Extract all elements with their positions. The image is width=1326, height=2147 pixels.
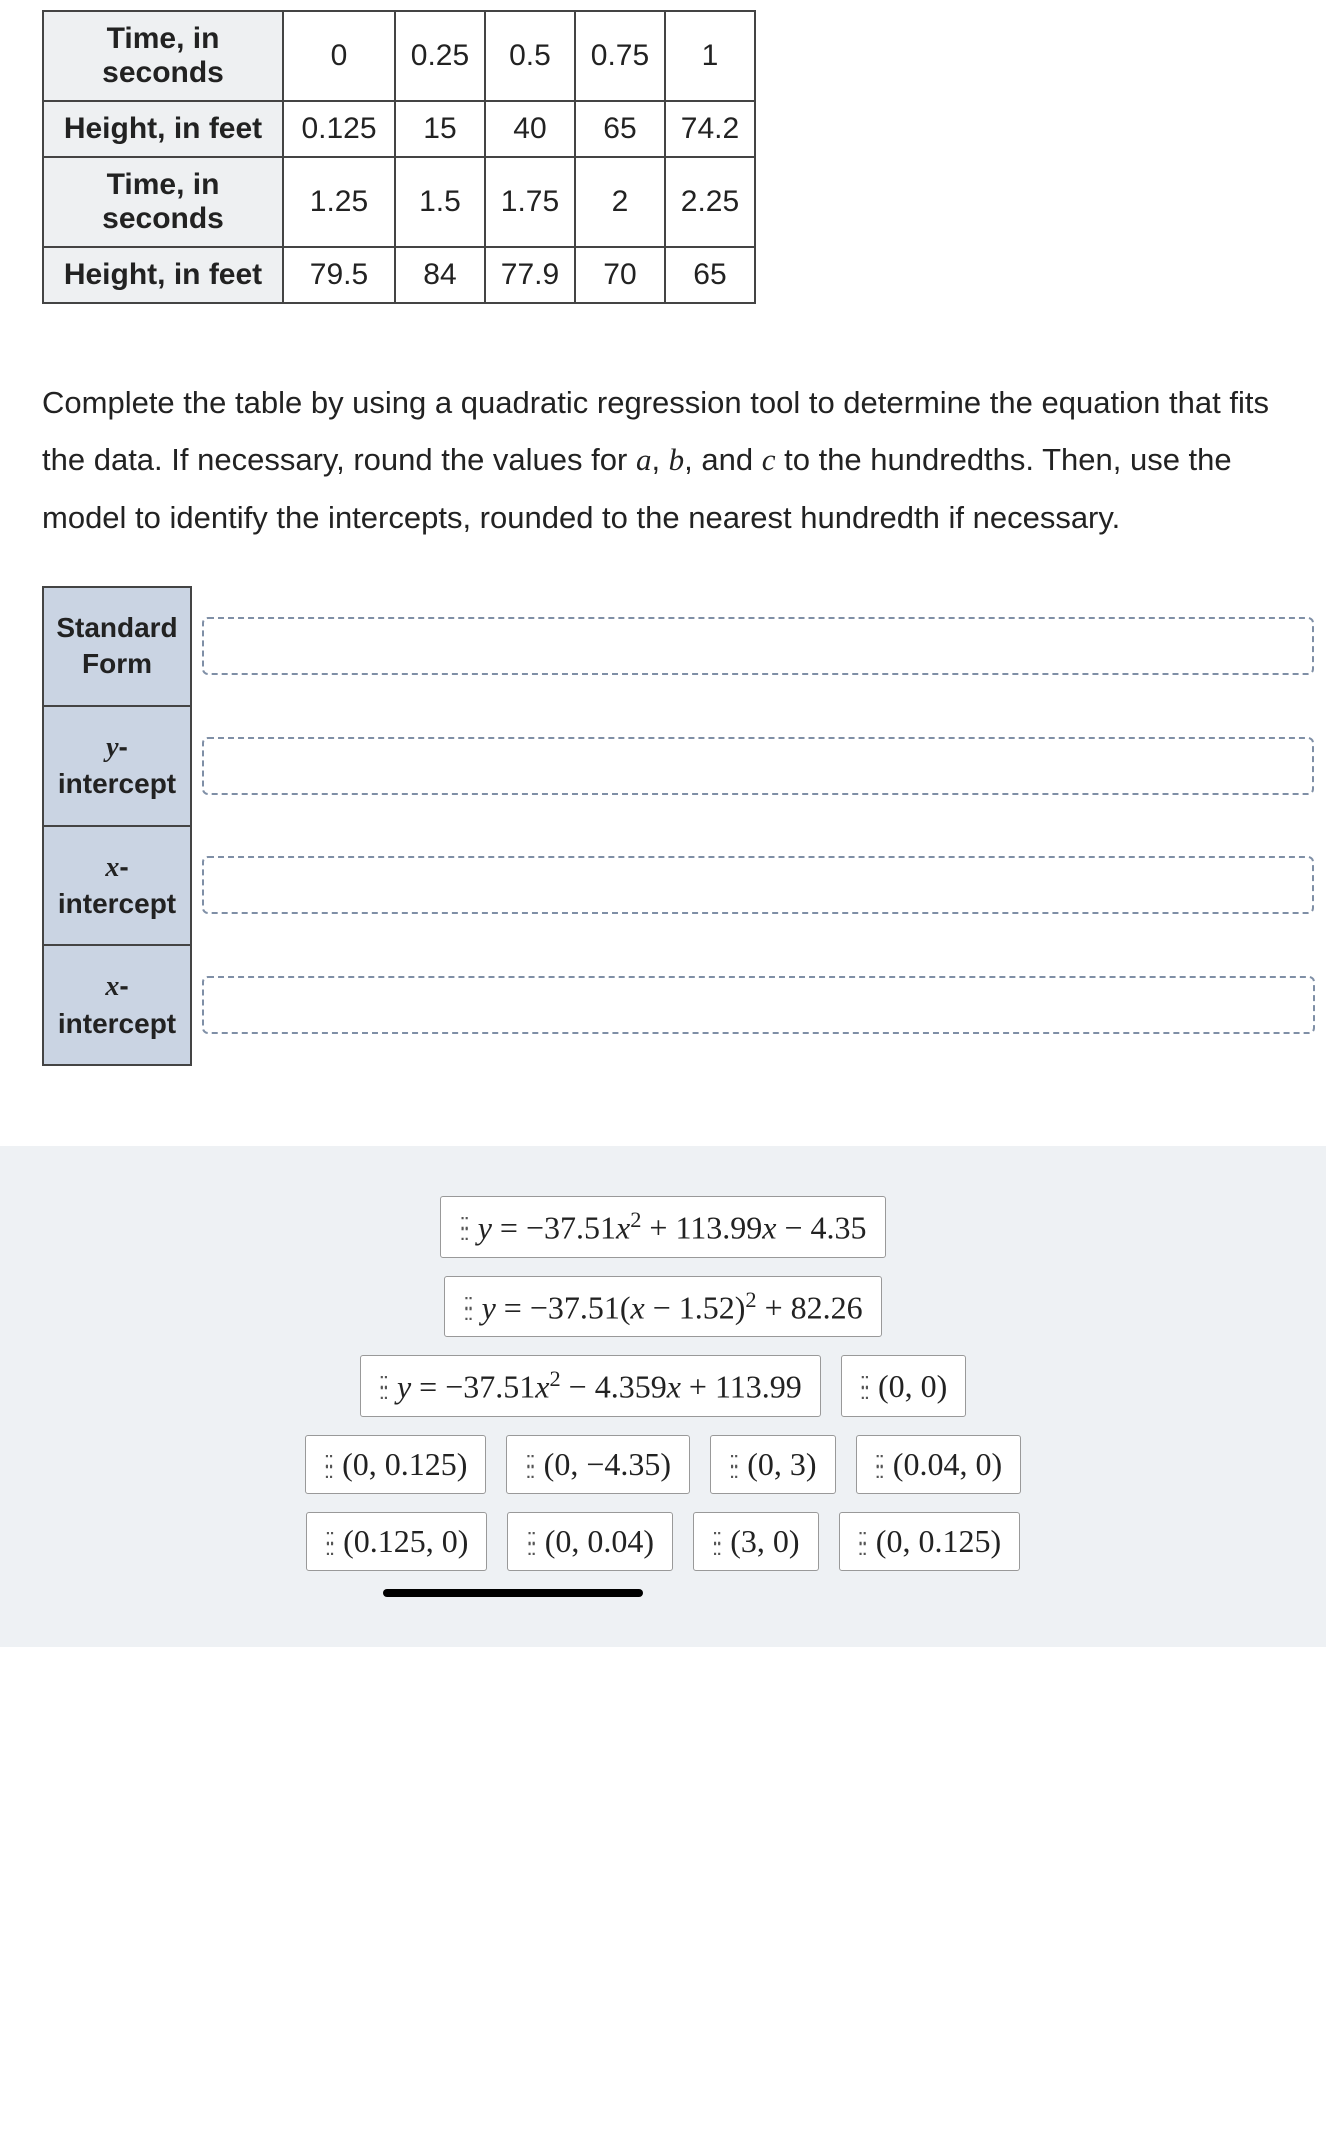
tile-label: y = −37.51x2 + 113.99x − 4.35 [478, 1207, 867, 1247]
dropzone[interactable] [202, 737, 1314, 795]
data-table-cell: 0.25 [395, 11, 485, 101]
drag-handle-icon: :::: [525, 1454, 533, 1476]
tile-label: (3, 0) [730, 1523, 799, 1560]
tile-label: (0, 0.125) [876, 1523, 1001, 1560]
answer-row-label: x-intercept [43, 826, 191, 946]
data-table-cell: 65 [665, 247, 755, 303]
tile-label: (0.04, 0) [893, 1446, 1002, 1483]
answer-tile[interactable]: ::::(0, 0.125) [839, 1512, 1021, 1571]
answer-tile[interactable]: ::::(0.04, 0) [856, 1435, 1022, 1494]
drag-handle-icon: :::: [875, 1454, 883, 1476]
answer-row-label: StandardForm [43, 587, 191, 706]
answer-row-label: y-intercept [43, 706, 191, 826]
data-table: Time, in seconds00.250.50.751 Height, in … [42, 10, 756, 304]
tile-label: (0, 0) [878, 1368, 947, 1405]
answer-table: StandardFormy-interceptx-interceptx-inte… [42, 586, 1326, 1066]
data-table-row-label: Height, in feet [43, 247, 283, 303]
data-table-cell: 1.75 [485, 157, 575, 247]
data-table-row-label: Time, in seconds [43, 157, 283, 247]
data-table-cell: 15 [395, 101, 485, 157]
drag-handle-icon: :::: [860, 1375, 868, 1397]
data-table-cell: 0.125 [283, 101, 395, 157]
data-table-cell: 74.2 [665, 101, 755, 157]
data-table-cell: 2 [575, 157, 665, 247]
data-table-cell: 79.5 [283, 247, 395, 303]
data-table-cell: 2.25 [665, 157, 755, 247]
answer-tile[interactable]: ::::(0, 0.125) [305, 1435, 487, 1494]
drag-handle-icon: :::: [712, 1531, 720, 1553]
tile-label: (0, 0.125) [342, 1446, 467, 1483]
data-table-cell: 1 [665, 11, 755, 101]
instructions-text: Complete the table by using a quadratic … [42, 374, 1284, 546]
drag-handle-icon: :::: [324, 1454, 332, 1476]
tile-label: (0, 3) [747, 1446, 816, 1483]
data-table-cell: 40 [485, 101, 575, 157]
drag-handle-icon: :::: [729, 1454, 737, 1476]
data-table-cell: 0.75 [575, 11, 665, 101]
answer-tile[interactable]: ::::(0, 3) [710, 1435, 836, 1494]
tile-label: (0, −4.35) [544, 1446, 671, 1483]
data-table-cell: 0.5 [485, 11, 575, 101]
drag-handle-icon: :::: [459, 1216, 467, 1238]
answer-tile[interactable]: ::::(0, −4.35) [506, 1435, 690, 1494]
data-table-cell: 65 [575, 101, 665, 157]
drag-handle-icon: :::: [325, 1531, 333, 1553]
data-table-cell: 0 [283, 11, 395, 101]
answer-tile[interactable]: ::::(3, 0) [693, 1512, 819, 1571]
tile-label: (0, 0.04) [545, 1523, 654, 1560]
tile-label: (0.125, 0) [343, 1523, 468, 1560]
answer-tile[interactable]: ::::(0, 0.04) [507, 1512, 673, 1571]
answer-row-label: x-intercept [43, 945, 191, 1065]
data-table-cell: 77.9 [485, 247, 575, 303]
tile-label: y = −37.51(x − 1.52)2 + 82.26 [482, 1287, 863, 1327]
dropzone[interactable] [202, 617, 1314, 675]
drag-handle-icon: :::: [463, 1296, 471, 1318]
answer-tile[interactable]: ::::(0, 0) [841, 1355, 967, 1417]
tile-bank: ::::y = −37.51x2 + 113.99x − 4.35::::y =… [0, 1146, 1326, 1647]
scroll-indicator [383, 1589, 643, 1597]
answer-tile[interactable]: ::::y = −37.51x2 − 4.359x + 113.99 [360, 1355, 821, 1417]
answer-tile[interactable]: ::::y = −37.51x2 + 113.99x − 4.35 [440, 1196, 885, 1258]
dropzone[interactable] [202, 856, 1314, 914]
data-table-cell: 1.25 [283, 157, 395, 247]
drag-handle-icon: :::: [379, 1375, 387, 1397]
drag-handle-icon: :::: [858, 1531, 866, 1553]
answer-tile[interactable]: ::::y = −37.51(x − 1.52)2 + 82.26 [444, 1276, 881, 1338]
data-table-cell: 1.5 [395, 157, 485, 247]
data-table-row-label: Height, in feet [43, 101, 283, 157]
dropzone[interactable] [202, 976, 1315, 1034]
data-table-cell: 70 [575, 247, 665, 303]
drag-handle-icon: :::: [526, 1531, 534, 1553]
data-table-cell: 84 [395, 247, 485, 303]
data-table-row-label: Time, in seconds [43, 11, 283, 101]
tile-label: y = −37.51x2 − 4.359x + 113.99 [397, 1366, 802, 1406]
answer-tile[interactable]: ::::(0.125, 0) [306, 1512, 488, 1571]
